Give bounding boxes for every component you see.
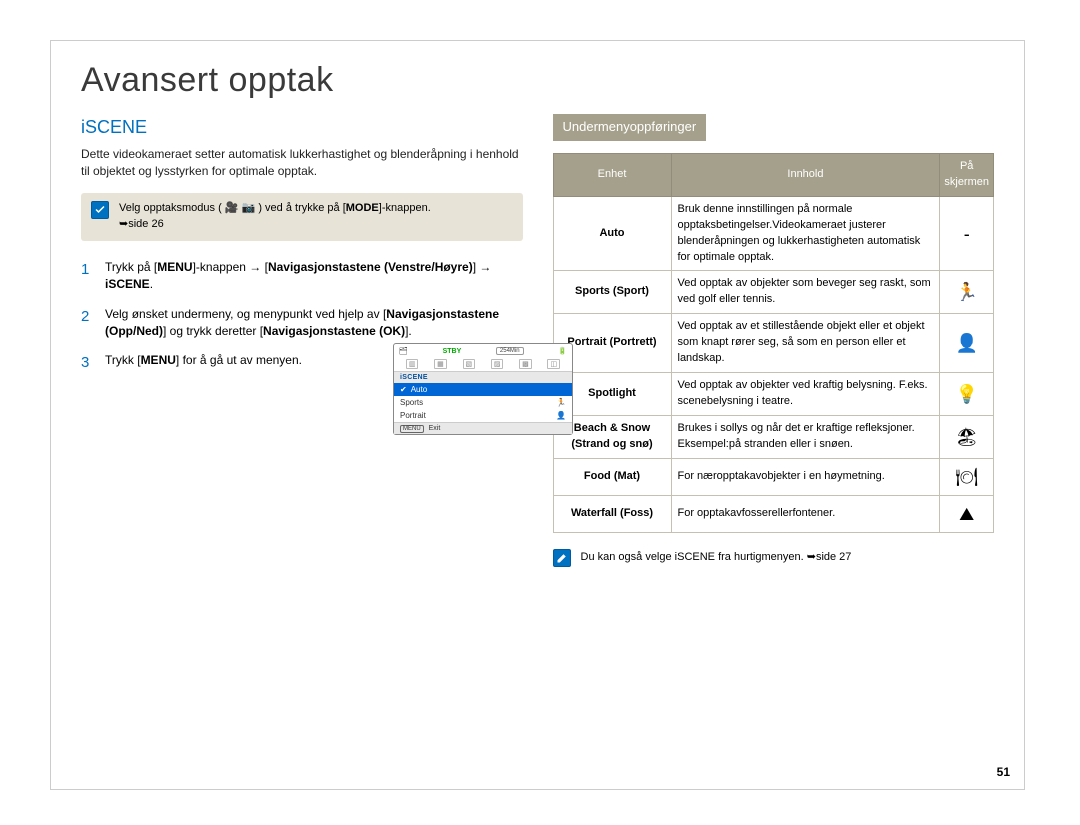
tip-box: Velg opptaksmodus ( 🎥 📷 ) ved å trykke p…: [81, 193, 523, 241]
mode-icon: ▥: [406, 359, 419, 369]
table-row: Food (Mat) For næropptakavobjekter i en …: [553, 458, 994, 495]
lcd-exit-label: Exit: [429, 425, 441, 432]
table-row: Auto Bruk denne innstillingen på normale…: [553, 196, 994, 271]
page-number: 51: [997, 765, 1010, 779]
row-enhet: Sports (Sport): [553, 271, 671, 314]
lcd-statusbar: 🗂 STBY 254Min 🔋: [394, 344, 572, 358]
right-column: Undermenyoppføringer Enhet Innhold På sk…: [553, 114, 995, 567]
lcd-screenshot: 🗂 STBY 254Min 🔋 ▥ ▦ ▧ ▨ ▩ ◫ iSCENE ✔ Aut…: [393, 343, 573, 435]
row-innhold: Bruk denne innstillingen på normale oppt…: [671, 196, 940, 271]
check-icon: [91, 201, 109, 219]
tip-ref: ➥side 26: [119, 218, 164, 230]
left-column: iSCENE Dette videokameraet setter automa…: [81, 114, 523, 567]
row-enhet: Auto: [553, 196, 671, 271]
mode-icon: ◫: [547, 359, 560, 369]
videocam-icon: 🎥: [225, 202, 239, 214]
table-row: Portrait (Portrett) Ved opptak av et sti…: [553, 314, 994, 373]
step-body: Velg ønsket undermeny, og menypunkt ved …: [105, 306, 523, 341]
row-enhet: Waterfall (Foss): [553, 496, 671, 533]
th-innhold: Innhold: [671, 153, 940, 196]
page-frame: Avansert opptak iSCENE Dette videokamera…: [50, 40, 1025, 790]
sports-icon: 🏃: [556, 398, 566, 407]
tip-after: ) ved å trykke på [: [258, 202, 345, 214]
lcd-iconrow: ▥ ▦ ▧ ▨ ▩ ◫: [394, 358, 572, 372]
lcd-item-auto: ✔ Auto: [394, 383, 572, 396]
section-title: iSCENE: [81, 114, 523, 140]
table-row: Sports (Sport) Ved opptak av objekter so…: [553, 271, 994, 314]
tip-end: ]-knappen.: [379, 202, 431, 214]
lcd-time: 254Min: [496, 347, 524, 355]
lcd-item-label: Sports: [400, 398, 423, 407]
camera-icon: 📷: [242, 202, 256, 214]
row-innhold: Brukes i sollys og når det er kraftige r…: [671, 416, 940, 459]
mode-icon: ▧: [463, 359, 476, 369]
tip-before: Velg opptaksmodus (: [119, 202, 222, 214]
step-body: Trykk på [MENU]-knappen → [Navigasjonsta…: [105, 259, 523, 294]
table-row: Spotlight Ved opptak av objekter ved kra…: [553, 373, 994, 416]
row-enhet: Food (Mat): [553, 458, 671, 495]
waterfall-icon: ⛰: [940, 496, 994, 533]
card-icon: 🗂: [399, 347, 408, 355]
sports-icon: 🏃: [940, 271, 994, 314]
page-title: Avansert opptak: [81, 61, 994, 100]
menu-key: MENU: [400, 425, 424, 433]
row-icon: -: [940, 196, 994, 271]
pencil-icon: [553, 549, 571, 567]
row-innhold: For opptakavfosserellerfontener.: [671, 496, 940, 533]
lcd-item-portrait: Portrait 👤: [394, 409, 572, 422]
lcd-menu-header: iSCENE: [394, 372, 572, 383]
bottom-note: Du kan også velge iSCENE fra hurtigmenye…: [553, 549, 995, 567]
beach-snow-icon: 🏖: [940, 416, 994, 459]
mode-key: MODE: [346, 202, 379, 214]
row-innhold: Ved opptak av objekter ved kraftig belys…: [671, 373, 940, 416]
lcd-item-label: Portrait: [400, 411, 426, 420]
table-row: Beach & Snow (Strand og snø) Brukes i so…: [553, 416, 994, 459]
mode-icon: ▩: [519, 359, 532, 369]
lcd-exit-row: MENU Exit: [394, 422, 572, 434]
two-column-layout: iSCENE Dette videokameraet setter automa…: [81, 114, 994, 567]
tip-content: Velg opptaksmodus ( 🎥 📷 ) ved å trykke p…: [119, 201, 431, 233]
bottom-note-text: Du kan også velge iSCENE fra hurtigmenye…: [581, 550, 852, 566]
step-1: 1 Trykk på [MENU]-knappen → [Navigasjons…: [81, 259, 523, 294]
step-2: 2 Velg ønsket undermeny, og menypunkt ve…: [81, 306, 523, 341]
step-num: 3: [81, 352, 93, 374]
mode-icon: ▦: [434, 359, 447, 369]
step-num: 2: [81, 306, 93, 341]
row-innhold: For næropptakavobjekter i en høymetning.: [671, 458, 940, 495]
options-table: Enhet Innhold På skjermen Auto Bruk denn…: [553, 153, 995, 533]
food-icon: 🍽: [940, 458, 994, 495]
lcd-stby: STBY: [443, 348, 462, 355]
portrait-icon: 👤: [940, 314, 994, 373]
table-row: Waterfall (Foss) For opptakavfossereller…: [553, 496, 994, 533]
portrait-icon: 👤: [556, 411, 566, 420]
lcd-item-label: Auto: [411, 385, 427, 394]
battery-icon: 🔋: [558, 347, 567, 355]
submenu-title: Undermenyoppføringer: [553, 114, 707, 141]
intro-text: Dette videokameraet setter automatisk lu…: [81, 146, 523, 181]
check-icon: ✔: [400, 385, 407, 394]
lcd-item-sports: Sports 🏃: [394, 396, 572, 409]
row-innhold: Ved opptak av objekter som beveger seg r…: [671, 271, 940, 314]
th-skjerm: På skjermen: [940, 153, 994, 196]
th-enhet: Enhet: [553, 153, 671, 196]
step-num: 1: [81, 259, 93, 294]
spotlight-icon: 💡: [940, 373, 994, 416]
row-innhold: Ved opptak av et stillestående objekt el…: [671, 314, 940, 373]
mode-icon: ▨: [491, 359, 504, 369]
